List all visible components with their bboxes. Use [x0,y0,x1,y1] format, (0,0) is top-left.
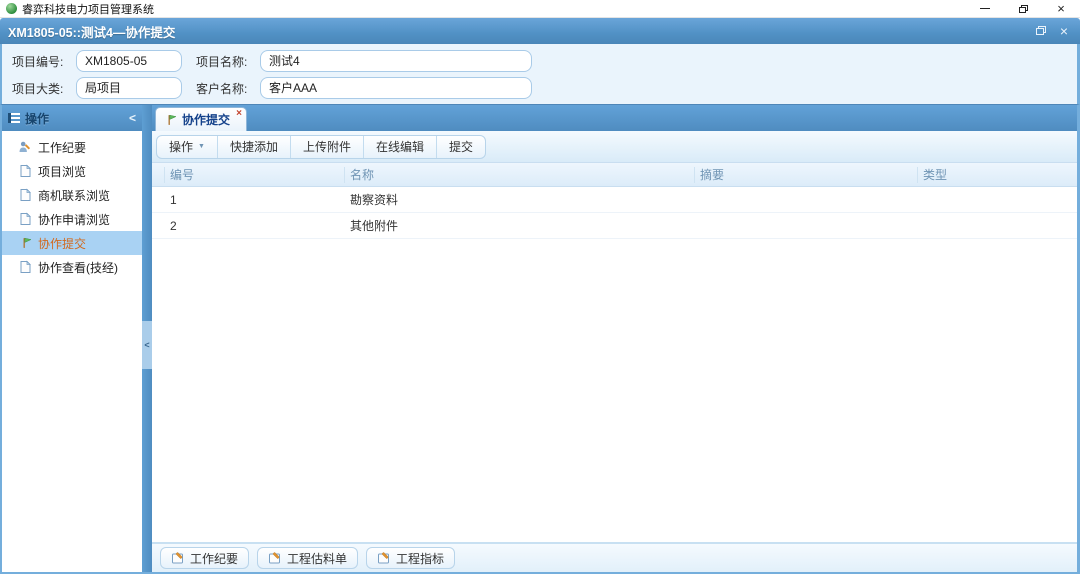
project-info-form: 项目编号: XM1805-05 项目名称: 测试4 项目大类: 局项目 客户名称… [0,44,1080,104]
table-row[interactable]: 2 其他附件 [152,213,1077,239]
app-logo-icon [6,3,17,14]
sidebar-item-collab-submit[interactable]: 协作提交 [2,231,142,255]
tab-label: 协作提交 [182,111,230,128]
dropdown-arrow-icon: ▼ [198,143,205,150]
tab-collab-submit[interactable]: 协作提交 × [155,107,247,131]
table-header-name[interactable]: 名称 [345,167,695,183]
sidebar-item-label: 工作纪要 [38,139,86,156]
table-empty-area [152,239,1077,542]
attachment-table: 编号 名称 摘要 类型 1 勘察资料 2 其他附件 [152,163,1077,542]
sidebar-item-business-contact-browse[interactable]: 商机联系浏览 [2,183,142,207]
toolbar-button-label: 操作 [169,138,193,155]
doc-restore-button[interactable] [1036,24,1046,38]
form-row-2: 项目大类: 局项目 客户名称: 客户AAA [12,76,1077,100]
restore-button[interactable] [1004,0,1042,17]
toolbar-button-label: 快捷添加 [230,138,278,155]
doc-restore-icon [1036,26,1046,35]
sidebar-item-label: 协作申请浏览 [38,211,110,228]
document-icon [18,260,32,274]
pencil-note-icon [171,551,185,565]
table-header-type[interactable]: 类型 [918,167,1077,183]
table-header-row: 编号 名称 摘要 类型 [152,163,1077,187]
footer-button-estimate-sheet[interactable]: 工程估料单 [257,547,358,569]
document-icon [18,164,32,178]
app-window: 睿弈科技电力项目管理系统 × XM1805-05::测试4—协作提交 × 项目编… [0,0,1080,574]
tab-close-icon[interactable]: × [236,109,242,119]
footer-button-label: 工程估料单 [287,550,347,567]
sidebar-item-label: 协作查看(技经) [38,259,118,276]
minimize-icon [980,8,990,9]
document-window-controls: × [1036,24,1072,38]
form-row-1: 项目编号: XM1805-05 项目名称: 测试4 [12,49,1077,73]
sidebar-item-label: 项目浏览 [38,163,86,180]
content-panel: 协作提交 × 操作 ▼ 快捷添加 上传附件 [152,105,1077,572]
restore-icon [1019,5,1028,13]
table-header-summary[interactable]: 摘要 [695,167,918,183]
project-category-label: 项目大类: [12,80,70,97]
row-name-cell: 勘察资料 [345,191,695,208]
document-icon [18,188,32,202]
pencil-note-icon [377,551,391,565]
toolbar-button-quick-add[interactable]: 快捷添加 [218,136,291,158]
main-area: 操作 < 工作纪要 项目浏览 [0,104,1080,574]
project-name-label: 项目名称: [196,53,254,70]
toolbar-button-upload-attachment[interactable]: 上传附件 [291,136,364,158]
table-header-number[interactable]: 编号 [165,167,345,183]
project-category-field[interactable]: 局项目 [76,77,182,99]
sidebar: 操作 < 工作纪要 项目浏览 [2,105,142,572]
pencil-note-icon [268,551,282,565]
sidebar-item-label: 商机联系浏览 [38,187,110,204]
table-row[interactable]: 1 勘察资料 [152,187,1077,213]
sidebar-item-project-browse[interactable]: 项目浏览 [2,159,142,183]
sidebar-item-collab-request-browse[interactable]: 协作申请浏览 [2,207,142,231]
footer-button-engineering-indicators[interactable]: 工程指标 [366,547,455,569]
table-header-selector [152,167,165,183]
sidebar-items: 工作纪要 项目浏览 商机联系浏览 [2,131,142,279]
sidebar-header-label: 操作 [25,110,49,127]
list-icon [8,113,20,123]
flag-icon [163,113,177,127]
app-title: 睿弈科技电力项目管理系统 [22,1,154,17]
toolbar: 操作 ▼ 快捷添加 上传附件 在线编辑 提交 [152,131,1077,163]
panel-splitter[interactable]: < [142,105,152,572]
document-header: XM1805-05::测试4—协作提交 × [0,18,1080,44]
toolbar-button-label: 上传附件 [303,138,351,155]
document-icon [18,212,32,226]
project-name-field[interactable]: 测试4 [260,50,532,72]
customer-name-label: 客户名称: [196,80,254,97]
project-code-field[interactable]: XM1805-05 [76,50,182,72]
tab-strip: 协作提交 × [152,105,1077,131]
toolbar-button-online-edit[interactable]: 在线编辑 [364,136,437,158]
footer-button-work-summary[interactable]: 工作纪要 [160,547,249,569]
toolbar-button-group: 操作 ▼ 快捷添加 上传附件 在线编辑 提交 [156,135,486,159]
window-controls: × [966,0,1080,17]
row-number-cell: 2 [165,219,345,233]
splitter-collapse-handle[interactable]: < [142,321,152,369]
minimize-button[interactable] [966,0,1004,17]
toolbar-button-submit[interactable]: 提交 [437,136,485,158]
sidebar-header[interactable]: 操作 < [2,105,142,131]
sidebar-item-label: 协作提交 [38,235,86,252]
close-icon: × [1057,2,1065,15]
customer-name-field[interactable]: 客户AAA [260,77,532,99]
sidebar-collapse-icon[interactable]: < [129,111,136,125]
document-title: XM1805-05::测试4—协作提交 [8,22,175,41]
toolbar-button-label: 提交 [449,138,473,155]
toolbar-button-operation[interactable]: 操作 ▼ [157,136,218,158]
row-number-cell: 1 [165,193,345,207]
toolbar-button-label: 在线编辑 [376,138,424,155]
person-edit-icon [18,140,32,154]
sidebar-item-work-summary[interactable]: 工作纪要 [2,135,142,159]
splitter-collapse-icon: < [144,340,149,350]
footer-button-label: 工作纪要 [190,550,238,567]
close-button[interactable]: × [1042,0,1080,17]
titlebar: 睿弈科技电力项目管理系统 × [0,0,1080,18]
footer-button-label: 工程指标 [396,550,444,567]
sidebar-item-collab-view[interactable]: 协作查看(技经) [2,255,142,279]
project-code-label: 项目编号: [12,53,70,70]
flag-icon [18,236,32,250]
row-name-cell: 其他附件 [345,217,695,234]
footer-toolbar: 工作纪要 工程估料单 工程指标 [152,542,1077,572]
doc-close-button[interactable]: × [1060,24,1068,38]
